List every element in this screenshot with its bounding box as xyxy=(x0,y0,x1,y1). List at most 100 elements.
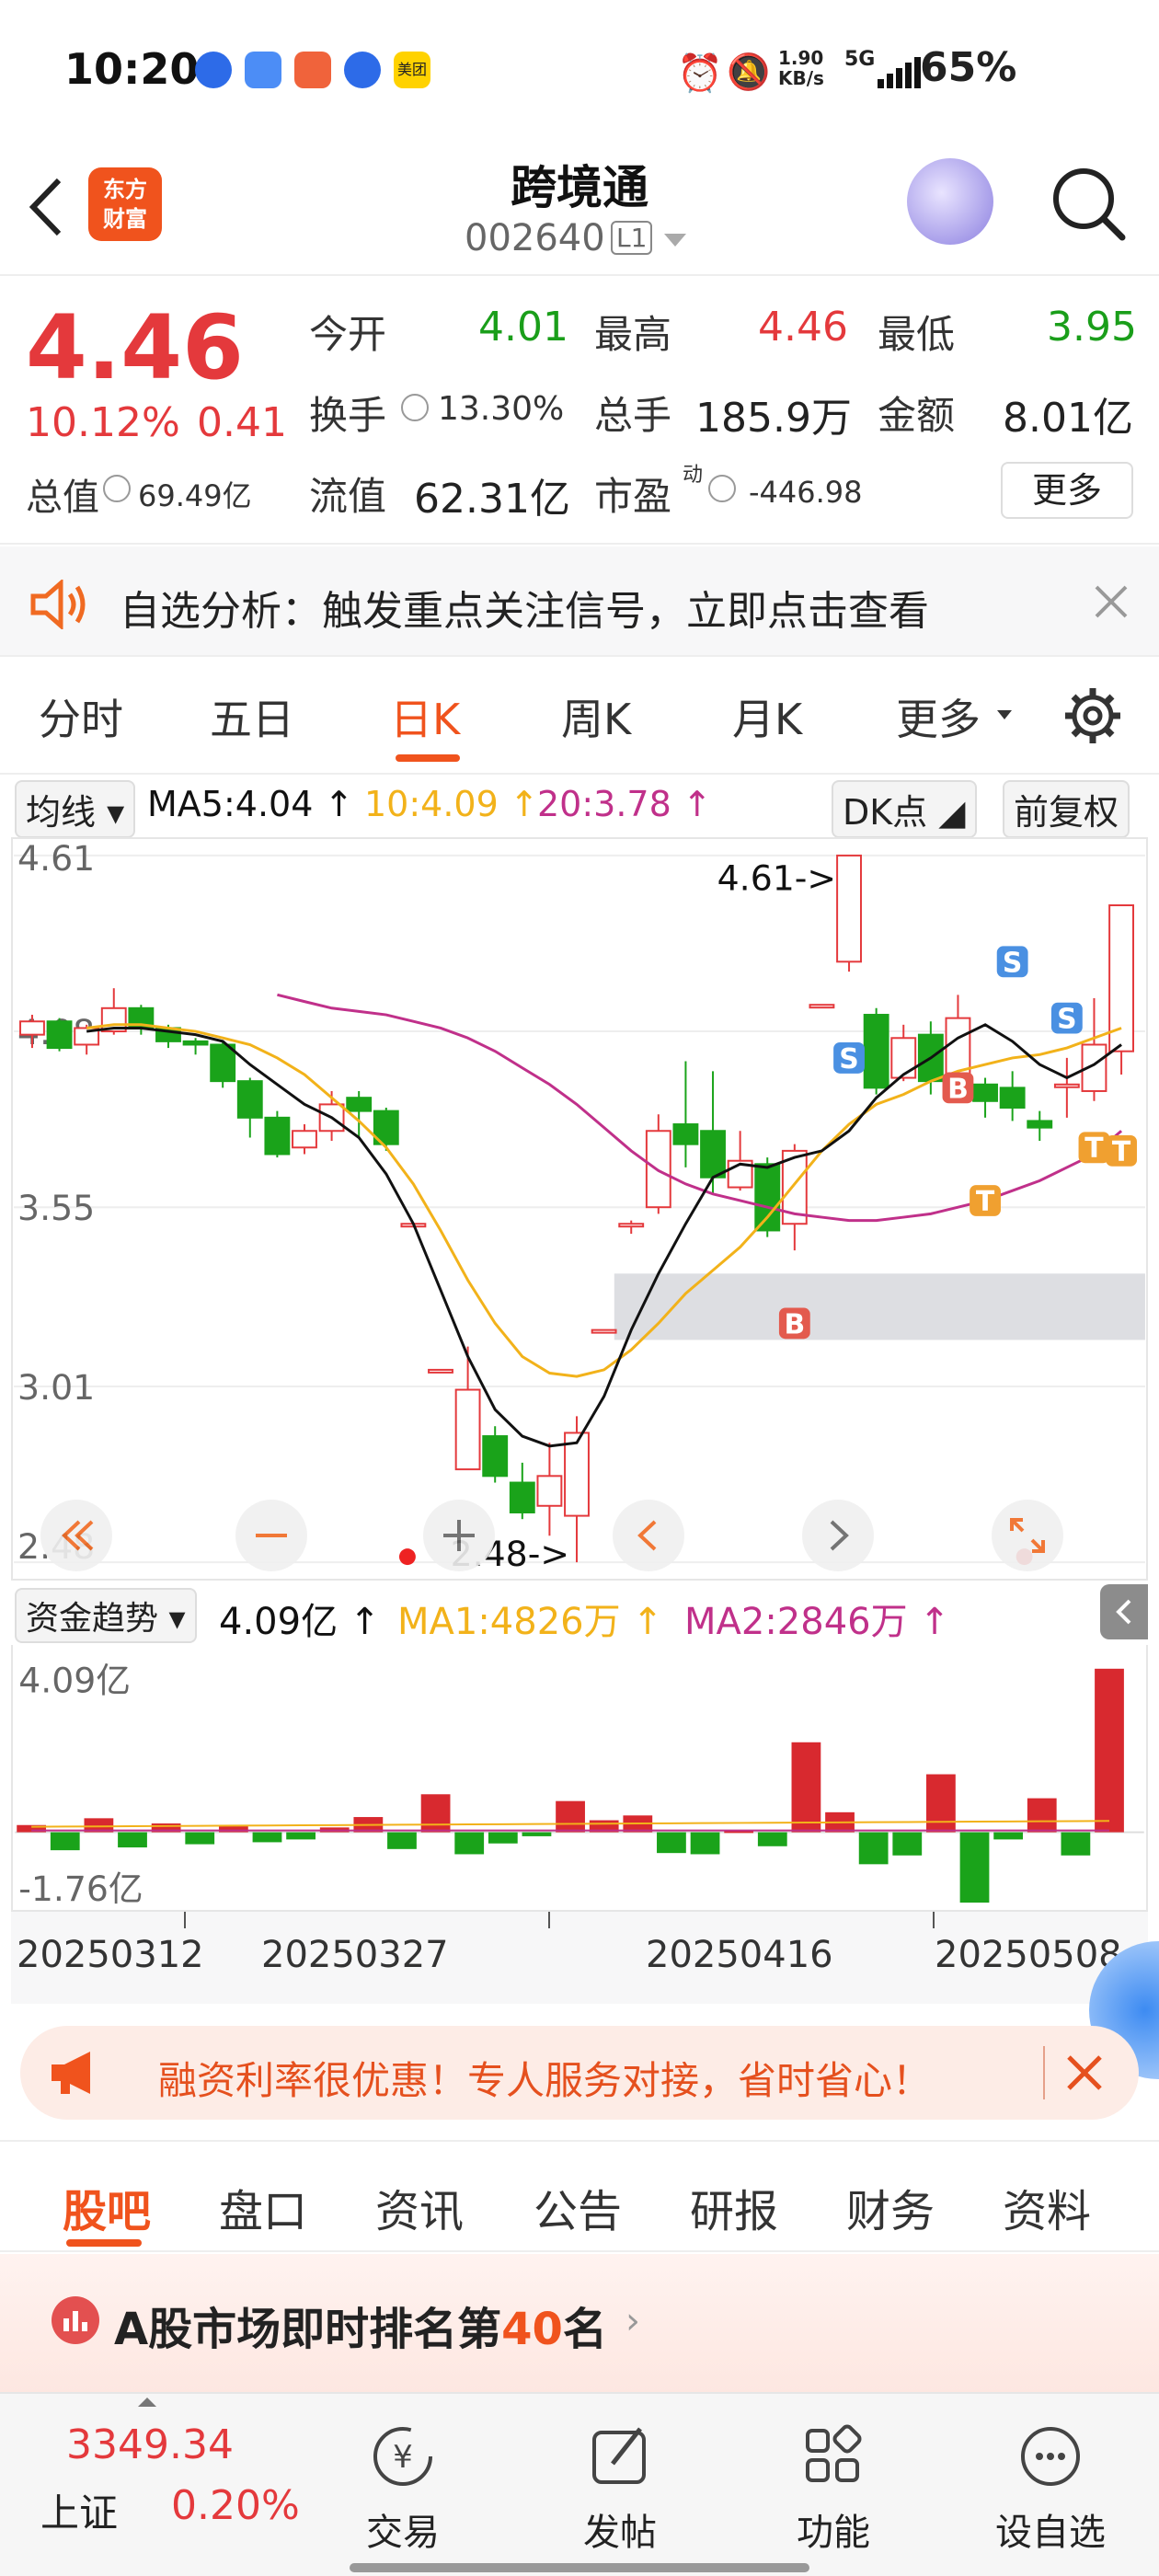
function-button[interactable]: 功能 xyxy=(769,2421,898,2556)
info-icon[interactable] xyxy=(103,475,131,502)
dk-button[interactable]: DK点 ◢ xyxy=(832,780,977,838)
zoom-out-icon[interactable] xyxy=(235,1500,307,1571)
index-name[interactable]: 上证 xyxy=(40,2482,118,2538)
tab-weekly-k[interactable]: 周K xyxy=(561,686,631,747)
rank-text: A股市场即时排名第40名 xyxy=(114,2304,607,2355)
signal-text: 自选分析：触发重点关注信号，立即点击查看 xyxy=(120,588,929,635)
ma-selector[interactable]: 均线 ▾ xyxy=(15,780,136,838)
tab-profile[interactable]: 资料 xyxy=(1003,2175,1091,2239)
fund-selector[interactable]: 资金趋势 ▾ xyxy=(15,1588,197,1643)
change-amount: 0.41 xyxy=(197,399,287,446)
low-value: 3.95 xyxy=(1047,304,1137,351)
index-pct[interactable]: 0.20% xyxy=(171,2482,300,2529)
collapse-panel-button[interactable] xyxy=(1100,1584,1148,1639)
fund-bar xyxy=(218,1826,248,1833)
y-tick-label: 3.55 xyxy=(17,1188,95,1228)
tab-guba[interactable]: 股吧 xyxy=(63,2175,151,2239)
tab-finance[interactable]: 财务 xyxy=(846,2175,935,2239)
fund-bar xyxy=(690,1832,720,1855)
fund-bar xyxy=(387,1832,417,1849)
zoom-in-icon[interactable] xyxy=(423,1500,495,1571)
fund-bar xyxy=(50,1832,80,1851)
promo-banner[interactable]: 融资利率很优惠！专人服务对接，省时省心！ xyxy=(20,2026,1139,2120)
tab-pankou[interactable]: 盘口 xyxy=(219,2175,307,2239)
fund-bar xyxy=(959,1832,990,1903)
fund-top-label: 4.09亿 xyxy=(18,1661,131,1701)
kline-chart[interactable]: 4.614.083.553.012.48SSBBTTST4.61->2.48-> xyxy=(11,837,1148,1581)
fund-bar xyxy=(185,1832,215,1845)
tab-monthly-k[interactable]: 月K xyxy=(732,686,802,747)
post-button[interactable]: 发帖 xyxy=(556,2421,684,2556)
tab-daily-k[interactable]: 日K xyxy=(390,686,460,747)
add-watchlist-button[interactable]: 设自选 xyxy=(986,2421,1115,2556)
more-caret-icon xyxy=(997,710,1012,719)
y-tick-label: 4.61 xyxy=(17,838,95,879)
signal-label: T xyxy=(1084,1133,1104,1165)
fund-legend-row: 资金趋势 ▾ 4.09亿 ↑ MA1:4826万 ↑ MA2:2846万 ↑ xyxy=(0,1581,1159,1645)
close-icon[interactable] xyxy=(1093,583,1130,624)
tab-notice[interactable]: 公告 xyxy=(534,2175,622,2239)
date-label: 20250416 xyxy=(646,1934,833,1976)
adjust-button[interactable]: 前复权 xyxy=(1003,780,1130,838)
tab-news[interactable]: 资讯 xyxy=(375,2175,464,2239)
trade-button[interactable]: ¥ 交易 xyxy=(339,2421,467,2556)
tab-five-day[interactable]: 五日 xyxy=(210,686,294,747)
fund-bar xyxy=(791,1742,821,1833)
candle-body xyxy=(428,1368,453,1374)
turnover-info-icon[interactable] xyxy=(401,394,429,421)
chevron-down-icon[interactable] xyxy=(664,234,686,247)
amount-label: 金额 xyxy=(878,393,956,438)
marker-dot xyxy=(398,1548,416,1566)
amount-value: 8.01亿 xyxy=(1003,395,1133,442)
candle-body xyxy=(618,1223,645,1228)
volume-label: 总手 xyxy=(594,393,672,438)
fullscreen-icon[interactable] xyxy=(992,1500,1063,1571)
ma-legend-row: 均线 ▾ MA5:4.04 ↑ 10:4.09 ↑ 20:3.78 ↑ DK点 … xyxy=(0,775,1159,838)
date-label: 20250508 xyxy=(935,1934,1122,1976)
tab-underline xyxy=(66,2239,142,2247)
date-axis: 20250312 20250327 20250416 20250508 xyxy=(11,1912,1148,2004)
date-tick xyxy=(184,1912,186,1928)
ma20-label: 20:3.78 ↑ xyxy=(537,784,712,824)
scroll-left-icon[interactable] xyxy=(613,1500,684,1571)
high-label: 最高 xyxy=(594,312,672,357)
content-tabs: 股吧 盘口 资讯 公告 研报 财务 资料 xyxy=(0,2140,1159,2252)
assistant-avatar[interactable] xyxy=(907,158,993,245)
net-speed: 1.90 KB/s xyxy=(778,47,824,89)
candle-body xyxy=(890,1037,917,1079)
rank-card[interactable]: A股市场即时排名第40名 › xyxy=(0,2254,1159,2392)
fund-bottom-label: -1.76亿 xyxy=(18,1869,143,1909)
app-k2-icon xyxy=(344,52,381,88)
index-caret-icon xyxy=(138,2398,156,2407)
search-icon[interactable] xyxy=(1049,164,1128,247)
candle-body xyxy=(19,1020,45,1036)
signal-icon xyxy=(878,57,922,92)
status-bar: 10:20 美团 ⏰ 🔕 1.90 KB/s 5G 65% xyxy=(0,0,1159,138)
high-value: 4.46 xyxy=(758,304,848,351)
signal-banner[interactable]: 自选分析：触发重点关注信号，立即点击查看 xyxy=(0,546,1159,657)
index-value[interactable]: 3349.34 xyxy=(66,2421,234,2468)
fund-bar xyxy=(420,1794,451,1833)
candle-body xyxy=(672,1123,699,1145)
signal-label: S xyxy=(839,1043,859,1075)
tab-more[interactable]: 更多 xyxy=(896,686,981,747)
pe-info-icon[interactable] xyxy=(708,475,736,502)
fund-bar xyxy=(488,1832,518,1844)
more-button[interactable]: 更多 xyxy=(1001,462,1133,519)
candle-body xyxy=(809,1004,835,1009)
turnover-value: 13.30% xyxy=(438,390,565,428)
scroll-right-icon[interactable] xyxy=(802,1500,874,1571)
date-label: 20250312 xyxy=(17,1934,204,1976)
gear-icon[interactable] xyxy=(1063,686,1122,749)
candle-body xyxy=(46,1020,73,1050)
scroll-left-fast-icon[interactable] xyxy=(40,1500,112,1571)
promo-close-icon[interactable] xyxy=(1065,2053,1104,2096)
tab-research[interactable]: 研报 xyxy=(690,2175,778,2239)
candle-body xyxy=(591,1328,617,1334)
quote-panel: 4.46 10.12% 0.41 总值 69.49亿 今开 4.01 最高 4.… xyxy=(0,278,1159,545)
tab-underline xyxy=(396,754,460,762)
tab-intraday[interactable]: 分时 xyxy=(39,686,123,747)
ma5-label: MA5:4.04 ↑ xyxy=(147,784,354,824)
high-price-label: 4.61-> xyxy=(717,858,836,899)
fund-ma2: MA2:2846万 ↑ xyxy=(684,1601,950,1643)
